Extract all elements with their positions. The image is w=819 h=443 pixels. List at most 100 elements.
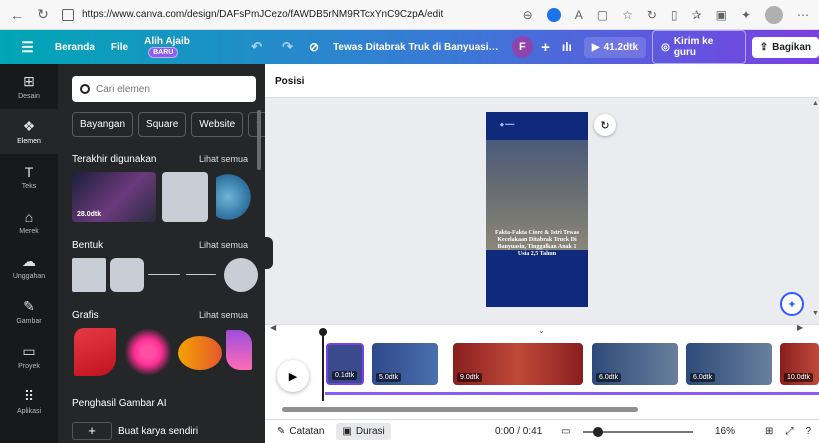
rail-item-uploads[interactable]: ☁ Unggahan (0, 244, 58, 289)
undo-icon[interactable]: ↶ (251, 39, 262, 55)
refresh-icon[interactable]: ↻ (647, 8, 657, 22)
rail-item-elements[interactable]: ❖ Elemen (0, 109, 58, 154)
menu-icon[interactable]: ☰ (0, 39, 55, 56)
more-menu-icon[interactable]: ⋯ (797, 8, 809, 22)
rail-item-apps[interactable]: ⠿ Aplikasi (0, 379, 58, 424)
collections-icon[interactable]: ▣ (716, 8, 727, 22)
timeline-clip[interactable]: 9.0dtk (453, 343, 583, 385)
rail-item-design[interactable]: ⊞ Desain (0, 64, 58, 109)
recent-shape-thumb[interactable] (162, 172, 208, 222)
rail-item-projects[interactable]: ▭ Proyek (0, 334, 58, 379)
position-button[interactable]: Posisi (275, 76, 304, 87)
timeline-expand-icon[interactable]: ⌄ (538, 326, 545, 335)
share-label: Bagikan (772, 41, 811, 53)
zoom-icon[interactable]: ⊖ (523, 8, 533, 22)
redo-icon[interactable]: ↷ (282, 39, 293, 55)
insights-chart-icon[interactable]: ılı (562, 40, 572, 54)
recent-graphic-thumb[interactable] (216, 172, 256, 222)
add-collaborator-icon[interactable]: + (541, 39, 550, 56)
timeline-clip[interactable]: 10.0dtk (780, 343, 819, 385)
play-button[interactable]: ▶ (277, 360, 309, 392)
profile-avatar[interactable] (765, 5, 783, 24)
shape-arrow-line[interactable] (186, 274, 216, 275)
home-button[interactable]: Beranda (55, 42, 95, 53)
favorite-star-icon[interactable]: ☆ (622, 8, 633, 22)
share-button[interactable]: ⇪ Bagikan (751, 36, 819, 58)
rail-label: Gambar (16, 318, 42, 325)
canvas-scroll-down-icon[interactable]: ▼ (812, 310, 819, 317)
rail-label: Aplikasi (16, 408, 42, 415)
timeline-scroll-left-icon[interactable]: ◀ (270, 323, 276, 332)
address-bar[interactable]: https://www.canva.com/design/DAFsPmJCezo… (62, 8, 443, 21)
collapse-panel-handle[interactable] (265, 237, 273, 269)
upload-icon: ☁ (22, 253, 36, 269)
ai-create-plus-icon: + (72, 422, 112, 440)
present-button[interactable]: ▶ 41.2dtk (583, 36, 647, 58)
rail-item-text[interactable]: T Teks (0, 154, 58, 199)
help-icon[interactable]: ? (805, 426, 811, 437)
split-screen-icon[interactable]: ▢ (597, 8, 608, 22)
duration-button[interactable]: ▣ Durasi (336, 423, 391, 440)
graphics-see-all[interactable]: Lihat semua (199, 310, 248, 321)
apps-icon: ⠿ (23, 388, 35, 404)
back-icon[interactable]: ← (10, 7, 24, 23)
page-info-icon[interactable] (62, 8, 74, 21)
shapes-see-all[interactable]: Lihat semua (199, 240, 248, 251)
graphics-title: Grafis (72, 310, 99, 321)
timeline-scrollbar[interactable] (282, 407, 638, 412)
read-aloud-icon[interactable]: A (575, 8, 583, 22)
ai-create-row[interactable]: + Buat karya sendiri (58, 416, 265, 443)
extension-icon[interactable] (546, 7, 561, 22)
magic-assistant-icon[interactable]: ✦ (780, 292, 804, 316)
collaborator-avatar[interactable]: F (511, 36, 534, 58)
shape-circle[interactable] (224, 258, 258, 292)
panel-scrollbar[interactable] (257, 110, 261, 170)
graphic-pink-burst[interactable] (124, 328, 172, 376)
extensions-icon[interactable]: ✦ (741, 8, 751, 22)
design-page[interactable]: ◆ ━━━ Fakta-Fakta Ciore & Istri Tewas Ke… (486, 112, 588, 307)
rail-label: Proyek (18, 363, 40, 370)
shape-rounded-square[interactable] (110, 258, 144, 292)
chip-website[interactable]: Website (191, 112, 244, 137)
chip-square[interactable]: Square (138, 112, 187, 137)
canvas-scroll-up-icon[interactable]: ▲ (812, 100, 819, 107)
recent-see-all[interactable]: Lihat semua (199, 154, 248, 165)
rail-item-brand[interactable]: ⌂ Merek (0, 199, 58, 244)
fullscreen-icon[interactable]: ⤢ (785, 426, 793, 437)
rail-item-draw[interactable]: ✎ Gambar (0, 289, 58, 334)
rail-label: Teks (21, 182, 37, 190)
file-menu[interactable]: File (111, 42, 128, 53)
shape-line[interactable] (148, 274, 180, 275)
reload-icon[interactable]: ↻ (36, 6, 50, 23)
send-to-teacher-button[interactable]: ◎ Kirim ke guru (652, 30, 746, 64)
screen-icon[interactable]: ▭ (561, 426, 570, 437)
favorites-icon[interactable]: ✰ (692, 8, 702, 22)
zoom-level[interactable]: 16% (715, 426, 735, 437)
clip-duration: 6.0dtk (690, 373, 716, 382)
timeline-scroll-right-icon[interactable]: ▶ (797, 323, 803, 332)
magic-switch-button[interactable]: Alih Ajaib BARU (144, 36, 225, 58)
chip-shadow[interactable]: Bayangan (72, 112, 134, 137)
timeline-clip[interactable]: 5.0dtk (372, 343, 438, 385)
timeline-clip[interactable]: 0.1dtk (326, 343, 364, 385)
grid-view-icon[interactable]: ⊞ (765, 426, 773, 437)
document-title[interactable]: Tewas Ditabrak Truk di Banyuasin, Seor..… (333, 42, 500, 53)
rail-label: Unggahan (12, 273, 46, 280)
audio-track[interactable] (325, 392, 819, 395)
zoom-slider-knob[interactable] (593, 427, 603, 437)
cloud-saved-icon[interactable]: ⊘ (309, 40, 319, 54)
search-input[interactable]: Cari elemen (72, 76, 256, 102)
notes-button[interactable]: ✎ Catatan (271, 423, 330, 440)
timeline-clip[interactable]: 6.0dtk (686, 343, 772, 385)
graphic-purple-shape[interactable] (226, 330, 252, 370)
shape-square[interactable] (72, 258, 106, 292)
timeline-clip[interactable]: 6.0dtk (592, 343, 678, 385)
sidebar-icon[interactable]: ▯ (671, 8, 678, 22)
magic-switch-label: Alih Ajaib (144, 35, 190, 47)
recent-video-thumb[interactable]: 28.0dtk (72, 172, 156, 222)
graphic-orange-shape[interactable] (178, 336, 222, 370)
playhead[interactable] (322, 331, 324, 401)
rail-label: Merek (19, 227, 39, 235)
refresh-design-icon[interactable]: ↻ (594, 114, 616, 136)
graphic-red-arm[interactable] (74, 328, 116, 376)
